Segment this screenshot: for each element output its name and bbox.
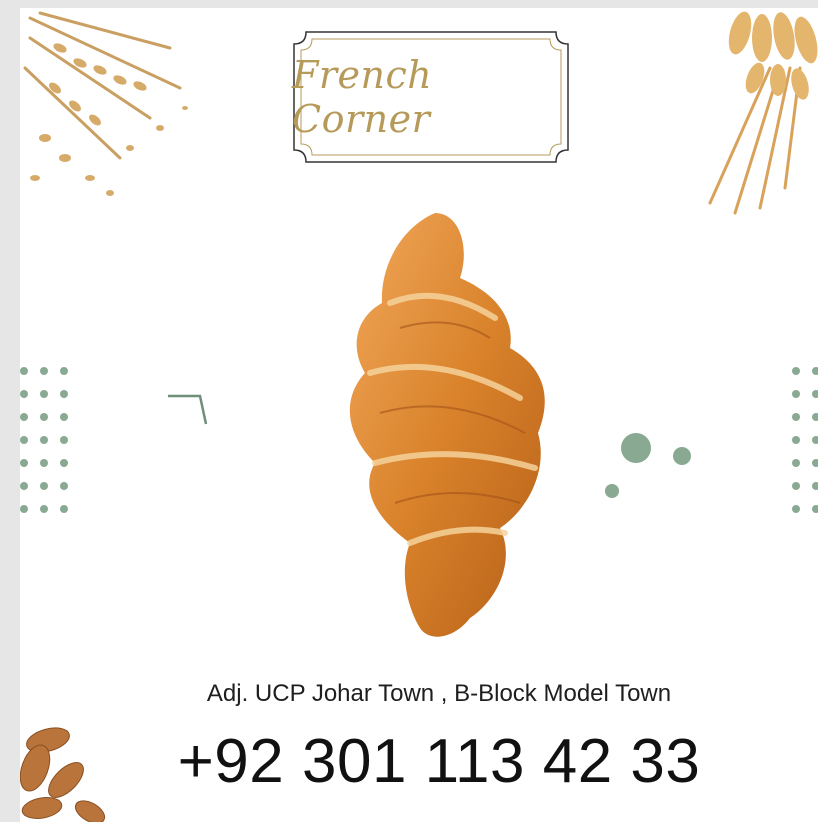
croissant-image [349, 213, 545, 637]
poster-canvas: French Corner Adj. UCP Johar Town , B-Bl… [20, 8, 818, 822]
address-text: Adj. UCP Johar Town , B-Block Model Town [206, 680, 672, 707]
wheat-stalk-icon [708, 11, 818, 215]
brand-logo: French Corner [292, 30, 570, 164]
corner-accent-icon [168, 394, 208, 425]
circle-accent-icon [605, 433, 691, 498]
wheat-grain-icon [23, 11, 188, 196]
dot-grid-pattern-left [20, 367, 70, 513]
phone-number[interactable]: +92 301 113 42 33 [20, 726, 818, 797]
logo-text: French Corner [292, 53, 433, 141]
dot-grid-pattern-right [792, 367, 818, 513]
